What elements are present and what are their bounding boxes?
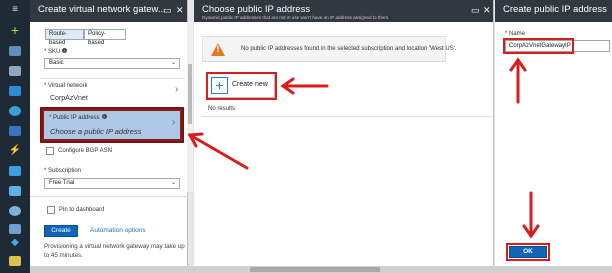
pin-label: Pin to dashboard [59, 207, 105, 213]
plus-icon[interactable]: + [0, 23, 30, 37]
blade-title: Create public IP address [503, 4, 607, 15]
grid-icon[interactable] [9, 46, 21, 56]
gateway-type-route-based[interactable]: Route-based [45, 29, 84, 46]
left-nav-rail: ≡ + ⚡ ◆ [0, 0, 30, 273]
blade-title: Create virtual network gatew... [38, 4, 165, 15]
list-icon[interactable] [9, 66, 21, 76]
automation-options-link[interactable]: Automation options [90, 227, 146, 234]
empty-results-text: No results [208, 106, 236, 112]
lightning-icon[interactable]: ⚡ [0, 145, 30, 157]
notice-text: No public IP addresses found in the sele… [241, 46, 457, 52]
vnet-value[interactable]: CorpAzVnet [50, 95, 88, 102]
diamond-icon[interactable]: ◆ [0, 237, 30, 249]
choose-public-ip-blade: Choose public IP address Dynamic public … [194, 0, 494, 273]
chevron-down-icon: ⌄ [170, 180, 176, 186]
subscription-label: * Subscription [44, 168, 82, 174]
bgp-checkbox[interactable] [46, 147, 54, 155]
blade-header: Choose public IP address Dynamic public … [194, 0, 493, 22]
gateway-type-policy-based[interactable]: Policy-based [84, 29, 126, 46]
provisioning-note: Provisioning a virtual network gateway m… [44, 243, 185, 259]
monitor-icon[interactable] [9, 166, 21, 176]
blade-title: Choose public IP address [202, 4, 311, 15]
warning-icon: ! [211, 43, 225, 56]
blade-scrollbar[interactable] [187, 22, 193, 192]
highlight-public-ip-field [40, 107, 184, 143]
chevron-right-icon[interactable]: › [175, 84, 178, 95]
divider [202, 116, 492, 117]
name-label: * Name [505, 31, 526, 37]
info-icon: i [62, 48, 68, 53]
highlight-ok-button [506, 243, 550, 261]
horizontal-scrollbar[interactable] [30, 266, 612, 273]
bgp-label: Configure BGP ASN [58, 148, 112, 154]
pin-checkbox[interactable] [47, 206, 55, 214]
highlight-create-new [206, 72, 277, 100]
scrollbar-thumb[interactable] [188, 64, 192, 124]
close-icon[interactable]: ✕ [483, 4, 491, 16]
highlight-name-input [503, 38, 574, 54]
panel-icon[interactable] [9, 256, 21, 266]
subscription-select[interactable]: Free Trial ⌄ [44, 178, 180, 189]
sku-label: * SKU i [44, 48, 68, 55]
globe-icon[interactable] [9, 106, 21, 116]
blade-subtitle: Dynamic public IP addresses that are not… [202, 15, 390, 20]
close-icon[interactable]: ✕ [176, 4, 184, 16]
chevron-down-icon: ⌄ [170, 60, 176, 66]
blade-header: Create virtual network gatew... ▭ ✕ [30, 0, 187, 22]
minimize-icon[interactable]: ▭ [163, 4, 172, 16]
blade-header: Create public IP address [495, 0, 612, 22]
clock-icon[interactable] [9, 206, 21, 216]
divider [40, 78, 185, 79]
scrollbar-thumb[interactable] [250, 267, 380, 272]
sku-select[interactable]: Basic ⌄ [44, 58, 180, 69]
minimize-icon[interactable]: ▭ [471, 4, 480, 16]
no-ip-notice: ! No public IP addresses found in the se… [202, 36, 457, 62]
create-button[interactable]: Create [44, 225, 78, 237]
database-icon[interactable] [9, 126, 21, 136]
hamburger-icon[interactable]: ≡ [0, 4, 30, 16]
cube-icon[interactable] [9, 86, 21, 96]
vnet-label: * Virtual network [44, 83, 88, 89]
satellite-icon[interactable] [9, 186, 21, 196]
shield-icon[interactable] [9, 224, 21, 234]
divider [30, 196, 188, 197]
